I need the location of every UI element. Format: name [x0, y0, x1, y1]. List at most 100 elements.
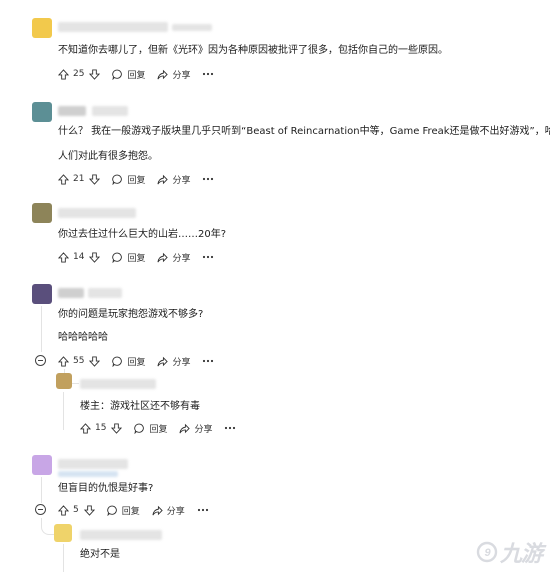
comment-text-line2: 人们对此有很多抱怨。: [58, 151, 158, 162]
downvote-button[interactable]: [89, 355, 101, 367]
username[interactable]: [80, 379, 156, 389]
comment-text: 你过去住过什么巨大的山岩……20年?: [58, 229, 227, 240]
comment-actions: 25 回复 分享: [58, 67, 214, 81]
more-options-button[interactable]: [202, 72, 214, 76]
share-button[interactable]: 分享: [152, 504, 185, 517]
share-arrow-icon: [157, 69, 169, 79]
upvote-icon: [58, 355, 69, 367]
timestamp: [88, 288, 122, 298]
ellipsis-icon: [203, 359, 214, 363]
share-arrow-icon: [179, 423, 191, 433]
username[interactable]: [58, 106, 86, 116]
comment-actions: 21 回复 分享: [58, 172, 214, 186]
share-arrow-icon: [157, 252, 169, 262]
downvote-icon: [111, 422, 123, 434]
comment-actions: 14 回复 分享: [58, 250, 214, 264]
reply-button[interactable]: 回复: [112, 355, 145, 368]
timestamp: [172, 24, 212, 31]
vote-count: 14: [73, 252, 85, 262]
comment-text: 但盲目的仇恨是好事?: [58, 483, 154, 494]
downvote-icon: [89, 251, 101, 263]
upvote-button[interactable]: [80, 422, 91, 434]
upvote-icon: [58, 504, 69, 516]
upvote-icon: [58, 251, 69, 263]
downvote-icon: [89, 355, 101, 367]
downvote-button[interactable]: [89, 251, 101, 263]
comment-actions: 15 回复 分享: [80, 421, 236, 435]
comment-bubble-icon: [112, 356, 123, 367]
upvote-button[interactable]: [58, 251, 69, 263]
reply-button[interactable]: 回复: [112, 68, 145, 81]
avatar[interactable]: [32, 284, 52, 304]
avatar[interactable]: [54, 524, 72, 542]
share-button[interactable]: 分享: [157, 251, 190, 264]
vote-count: 5: [73, 505, 79, 515]
comment-bubble-icon: [134, 423, 145, 434]
downvote-button[interactable]: [111, 422, 123, 434]
avatar[interactable]: [32, 455, 52, 475]
username[interactable]: [58, 22, 168, 32]
reply-button[interactable]: 回复: [112, 173, 145, 186]
comment-actions: 5 回复 分享: [58, 503, 209, 517]
more-options-button[interactable]: [224, 426, 236, 430]
reply-button[interactable]: 回复: [107, 504, 140, 517]
avatar[interactable]: [32, 18, 52, 38]
comment-actions: 55 回复 分享: [58, 354, 214, 368]
downvote-icon: [89, 173, 101, 185]
reply-button[interactable]: 回复: [134, 422, 167, 435]
watermark-text: 九游: [499, 542, 543, 567]
downvote-button[interactable]: [89, 173, 101, 185]
thread-line: [41, 306, 42, 352]
site-watermark: 9 九游: [476, 536, 543, 568]
share-arrow-icon: [157, 356, 169, 366]
ellipsis-icon: [203, 255, 214, 259]
comment-bubble-icon: [112, 174, 123, 185]
vote-count: 15: [95, 423, 107, 433]
comment-bubble-icon: [112, 69, 123, 80]
share-button[interactable]: 分享: [157, 173, 190, 186]
reply-connector: [41, 518, 54, 535]
upvote-button[interactable]: [58, 68, 69, 80]
ellipsis-icon: [225, 426, 236, 430]
timestamp: [92, 106, 128, 116]
collapse-thread-button[interactable]: [35, 355, 46, 366]
comment-text: 绝对不是: [80, 549, 120, 560]
ellipsis-icon: [203, 72, 214, 76]
share-button[interactable]: 分享: [179, 422, 212, 435]
username[interactable]: [58, 208, 136, 218]
downvote-icon: [83, 504, 95, 516]
more-options-button[interactable]: [202, 255, 214, 259]
comment-text: 不知道你去哪儿了，但新《光环》因为各种原因被批评了很多，包括你自己的一些原因。: [58, 45, 448, 56]
comment-text: 什么？ 我在一般游戏子版块里几乎只听到“Beast of Reincarnati…: [58, 126, 550, 137]
upvote-button[interactable]: [58, 355, 69, 367]
thread-line: [63, 544, 64, 572]
collapse-thread-button[interactable]: [35, 504, 46, 515]
upvote-icon: [58, 173, 69, 185]
thread-line: [63, 392, 64, 430]
avatar[interactable]: [56, 373, 72, 389]
vote-count: 55: [73, 356, 85, 366]
flair: [58, 471, 118, 477]
avatar[interactable]: [32, 102, 52, 122]
reply-button[interactable]: 回复: [112, 251, 145, 264]
svg-text:9: 9: [484, 547, 491, 559]
more-options-button[interactable]: [197, 508, 209, 512]
downvote-button[interactable]: [89, 68, 101, 80]
share-arrow-icon: [157, 174, 169, 184]
username[interactable]: [58, 459, 128, 469]
username[interactable]: [58, 288, 84, 298]
username[interactable]: [80, 530, 162, 540]
upvote-button[interactable]: [58, 504, 69, 516]
comment-text: 你的问题是玩家抱怨游戏不够多?: [58, 309, 204, 320]
more-options-button[interactable]: [202, 177, 214, 181]
share-arrow-icon: [152, 505, 163, 515]
ellipsis-icon: [197, 508, 208, 512]
upvote-icon: [58, 68, 69, 80]
downvote-button[interactable]: [83, 504, 95, 516]
more-options-button[interactable]: [202, 359, 214, 363]
thread-line: [41, 477, 42, 503]
share-button[interactable]: 分享: [157, 355, 190, 368]
avatar[interactable]: [32, 203, 52, 223]
upvote-button[interactable]: [58, 173, 69, 185]
share-button[interactable]: 分享: [157, 68, 190, 81]
